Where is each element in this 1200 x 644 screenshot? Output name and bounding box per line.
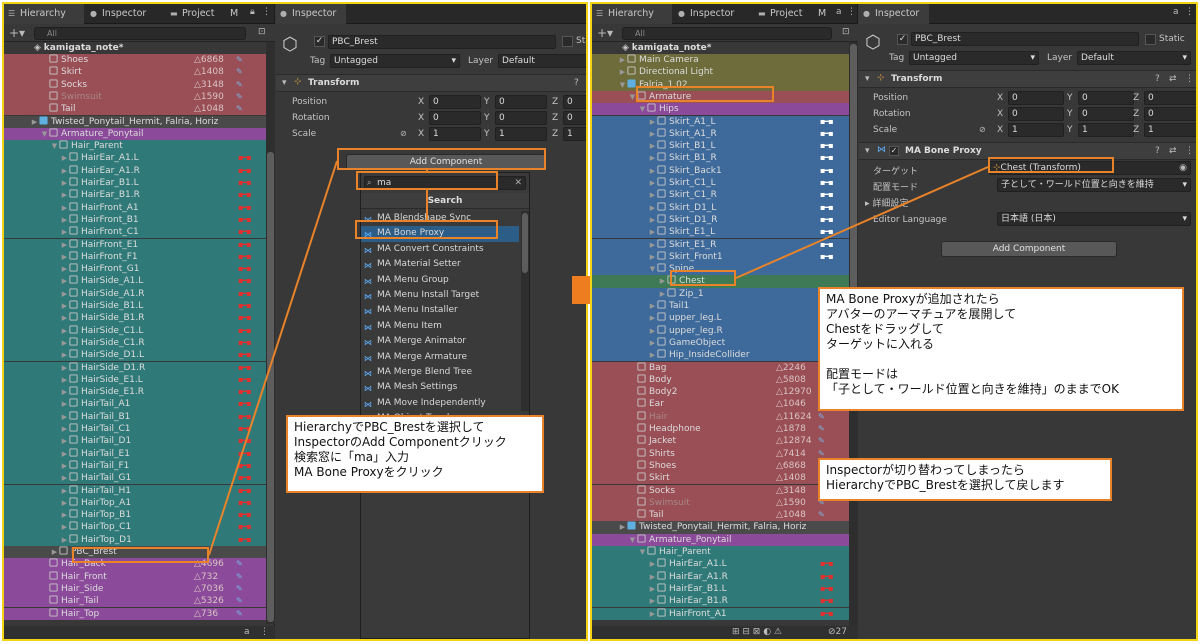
note-line: HierarchyでPBC_Brestを選択して <box>294 420 485 434</box>
note-line: Chestをドラッグして <box>826 322 944 336</box>
instruction-note-left: HierarchyでPBC_Brestを選択して InspectorのAdd Co… <box>286 415 544 493</box>
instruction-note-right-2: Inspectorが切り替わってしまったら HierarchyでPBC_Brest… <box>818 458 1112 501</box>
instruction-note-right-1: MA Bone Proxyが追加されたら アバターのアーマチュアを展開して Ches… <box>818 287 1184 411</box>
note-line: 「子として・ワールド位置と向きを維持」のままでOK <box>826 382 1119 396</box>
note-line <box>826 352 1176 367</box>
note-line: 検索窓に「ma」入力 <box>294 450 410 464</box>
note-line: アバターのアーマチュアを展開して <box>826 307 1017 321</box>
note-line: InspectorのAdd Componentクリック <box>294 435 507 449</box>
note-line: 配置モードは <box>826 367 899 381</box>
note-line: ターゲットに入れる <box>826 337 935 351</box>
note-line: Inspectorが切り替わってしまったら <box>826 463 1025 477</box>
note-line: MA Bone Proxyが追加されたら <box>826 292 1000 306</box>
note-line: HierarchyでPBC_Brestを選択して戻します <box>826 478 1065 492</box>
note-line: MA Bone Proxyをクリック <box>294 465 444 479</box>
